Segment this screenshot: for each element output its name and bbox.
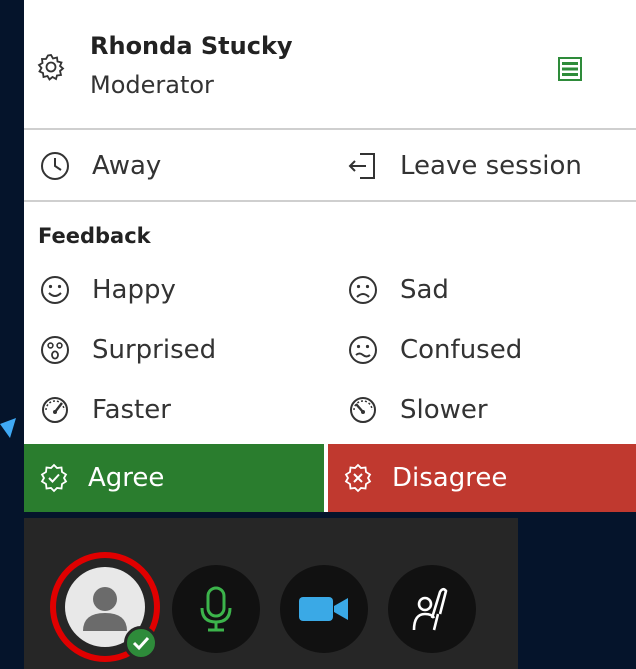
feedback-label: Surprised — [92, 335, 217, 365]
feedback-slower[interactable]: Slower — [346, 393, 488, 427]
microphone-icon — [200, 586, 232, 632]
feedback-label: Slower — [400, 395, 488, 425]
pointer-arrow-icon — [0, 418, 16, 438]
feedback-label: Faster — [92, 395, 171, 425]
session-menu-panel: Rhonda Stucky Moderator Away Leave sessi… — [24, 0, 636, 512]
my-status-button[interactable] — [50, 552, 160, 662]
feedback-label: Happy — [92, 275, 176, 305]
away-label: Away — [92, 151, 162, 181]
feedback-heading: Feedback — [38, 224, 151, 248]
check-status-icon — [124, 626, 158, 660]
speedometer-slow-icon — [350, 397, 376, 423]
frown-icon — [349, 276, 377, 304]
clock-icon — [41, 152, 69, 180]
camera-button[interactable] — [280, 565, 368, 653]
raise-hand-icon — [412, 587, 448, 631]
gear-icon[interactable] — [36, 52, 66, 82]
x-badge-icon — [344, 463, 372, 493]
feedback-confused[interactable]: Confused — [346, 333, 522, 367]
disagree-button[interactable]: Disagree — [328, 444, 636, 512]
microphone-button[interactable] — [172, 565, 260, 653]
disagree-label: Disagree — [392, 463, 508, 493]
feedback-happy[interactable]: Happy — [38, 273, 176, 307]
surprised-face-icon — [41, 336, 69, 364]
confused-face-icon — [349, 336, 377, 364]
away-button[interactable]: Away — [38, 149, 161, 183]
user-header: Rhonda Stucky Moderator — [24, 0, 636, 130]
speedometer-fast-icon — [42, 397, 68, 423]
feedback-sad[interactable]: Sad — [346, 273, 449, 307]
leave-session-button[interactable]: Leave session — [346, 149, 582, 183]
agree-label: Agree — [88, 463, 165, 493]
user-name: Rhonda Stucky — [90, 32, 293, 60]
raise-hand-button[interactable] — [388, 565, 476, 653]
session-toolbar — [24, 518, 518, 669]
status-row: Away Leave session — [24, 132, 636, 202]
user-role: Moderator — [90, 71, 214, 99]
camera-icon — [299, 597, 348, 621]
feedback-label: Confused — [400, 335, 523, 365]
leave-session-label: Leave session — [400, 151, 582, 181]
agree-button[interactable]: Agree — [24, 444, 324, 512]
feedback-faster[interactable]: Faster — [38, 393, 171, 427]
check-badge-icon — [40, 463, 68, 493]
feedback-label: Sad — [400, 275, 449, 305]
leave-session-icon — [348, 153, 375, 179]
list-icon[interactable] — [556, 55, 584, 83]
feedback-surprised[interactable]: Surprised — [38, 333, 216, 367]
smile-icon — [41, 276, 69, 304]
